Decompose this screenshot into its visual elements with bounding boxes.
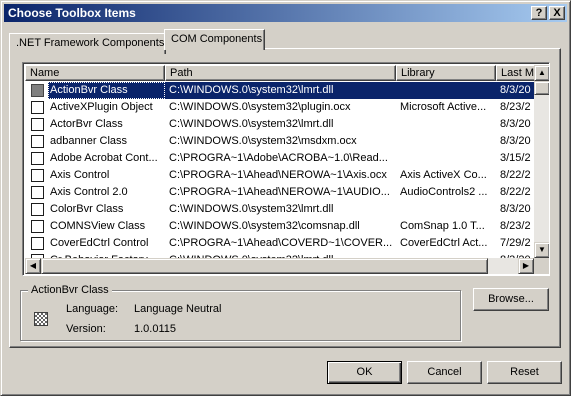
component-icon [34, 312, 48, 326]
row-last-modified: 8/23/2 [500, 220, 531, 232]
row-checkbox[interactable] [31, 152, 44, 165]
row-name: CoverEdCtrl Control [50, 237, 149, 249]
title-bar[interactable]: Choose Toolbox Items ? X [4, 4, 567, 22]
column-header-path[interactable]: Path [165, 65, 396, 81]
row-path: C:\PROGRA~1\Ahead\COVERD~1\COVER... [169, 237, 393, 249]
row-path: C:\WINDOWS.0\system32\plugin.ocx [169, 101, 351, 113]
details-group-title: ActionBvr Class [28, 284, 112, 296]
row-checkbox[interactable] [31, 169, 44, 182]
table-row[interactable]: COMNSView Class C:\WINDOWS.0\system32\com… [25, 218, 534, 235]
row-library: CoverEdCtrl Act... [400, 237, 488, 249]
row-path: C:\WINDOWS.0\system32\comsnap.dll [169, 220, 360, 232]
row-name: ActorBvr Class [50, 118, 123, 130]
column-header-last-modified[interactable]: Last M [496, 65, 534, 81]
row-path: C:\WINDOWS.0\system32\lmrt.dll [169, 203, 334, 215]
horizontal-scroll-thumb[interactable] [41, 258, 488, 274]
row-path: C:\PROGRA~1\Ahead\NEROWA~1\Axis.ocx [169, 169, 387, 181]
table-row[interactable]: ActiveXPlugin Object C:\WINDOWS.0\system3… [25, 99, 534, 116]
row-name: COMNSView Class [50, 220, 146, 232]
row-name: ColorBvr Class [50, 203, 124, 215]
row-library [396, 133, 496, 150]
row-last-modified: 8/3/20 [500, 118, 531, 130]
row-checkbox[interactable] [31, 84, 44, 97]
vertical-scrollbar[interactable]: ▲ ▼ [534, 65, 549, 258]
row-path: C:\PROGRA~1\Ahead\NEROWA~1\AUDIO... [169, 186, 390, 198]
row-checkbox[interactable] [31, 186, 44, 199]
row-last-modified: 8/3/20 [500, 203, 531, 215]
vertical-scroll-thumb[interactable] [534, 81, 549, 95]
table-row[interactable]: ColorBvr Class C:\WINDOWS.0\system32\lmrt… [25, 201, 534, 218]
table-row[interactable]: CoverEdCtrl Control C:\PROGRA~1\Ahead\COV… [25, 235, 534, 252]
row-name: Axis Control [50, 169, 110, 181]
row-checkbox[interactable] [31, 135, 44, 148]
scroll-left-arrow-icon[interactable]: ◀ [25, 258, 41, 274]
row-last-modified: 8/23/2 [500, 101, 531, 113]
scroll-right-arrow-icon[interactable]: ▶ [518, 258, 534, 274]
ok-button[interactable]: OK [327, 361, 402, 384]
table-row[interactable]: Axis Control C:\PROGRA~1\Ahead\NEROWA~1\A… [25, 167, 534, 184]
row-checkbox[interactable] [31, 220, 44, 233]
row-path: C:\WINDOWS.0\system32\lmrt.dll [169, 118, 334, 130]
row-path: C:\WINDOWS.0\system32\msdxm.ocx [169, 135, 357, 147]
column-header-library[interactable]: Library [396, 65, 496, 81]
row-checkbox[interactable] [31, 237, 44, 250]
row-checkbox[interactable] [31, 101, 44, 114]
row-last-modified: 8/3/20 [496, 82, 534, 99]
language-label: Language: [66, 303, 118, 315]
language-value: Language Neutral [134, 303, 222, 315]
row-checkbox[interactable] [31, 203, 44, 216]
row-checkbox[interactable] [31, 118, 44, 131]
close-button[interactable]: X [549, 6, 565, 20]
tab-net-framework-components[interactable]: .NET Framework Components [9, 33, 166, 54]
scroll-down-arrow-icon[interactable]: ▼ [534, 242, 549, 258]
table-row[interactable]: Adobe Acrobat Cont... C:\PROGRA~1\Adobe\A… [25, 150, 534, 167]
cancel-button[interactable]: Cancel [407, 361, 482, 384]
row-path: C:\WINDOWS.0\system32\lmrt.dll [165, 82, 396, 99]
scrollbar-corner [534, 258, 549, 274]
row-library [396, 201, 496, 218]
row-name: ActiveXPlugin Object [50, 101, 153, 113]
row-last-modified: 7/29/2 [500, 237, 531, 249]
reset-button[interactable]: Reset [487, 361, 562, 384]
row-library [396, 82, 496, 99]
row-name: Axis Control 2.0 [50, 186, 128, 198]
table-row[interactable]: adbanner Class C:\WINDOWS.0\system32\msdx… [25, 133, 534, 150]
row-name: Adobe Acrobat Cont... [50, 152, 158, 164]
row-last-modified: 8/22/2 [500, 186, 531, 198]
row-library: Axis ActiveX Co... [400, 169, 487, 181]
row-last-modified: 8/3/20 [500, 135, 531, 147]
row-library [396, 150, 496, 167]
column-header-name[interactable]: Name [25, 65, 165, 81]
table-row[interactable]: ActorBvr Class C:\WINDOWS.0\system32\lmrt… [25, 116, 534, 133]
help-button[interactable]: ? [531, 6, 547, 20]
row-path: C:\PROGRA~1\Adobe\ACROBA~1.0\Read... [169, 152, 388, 164]
scroll-up-arrow-icon[interactable]: ▲ [534, 65, 549, 81]
row-library: AudioControls2 ... [400, 186, 488, 198]
row-library [396, 116, 496, 133]
version-label: Version: [66, 323, 106, 335]
table-row[interactable]: Axis Control 2.0 C:\PROGRA~1\Ahead\NEROWA… [25, 184, 534, 201]
row-name: ActionBvr Class [48, 82, 165, 99]
row-library: Microsoft Active... [400, 101, 487, 113]
row-last-modified: 8/22/2 [500, 169, 531, 181]
tab-com-components[interactable]: COM Components [164, 29, 265, 50]
horizontal-scrollbar[interactable]: ◀ ▶ [25, 258, 534, 274]
browse-button[interactable]: Browse... [473, 288, 549, 311]
list-content: Name Path Library Last M ActionBvr Class… [25, 65, 534, 258]
table-row[interactable]: ActionBvr Class C:\WINDOWS.0\system32\lmr… [25, 82, 534, 99]
window-title: Choose Toolbox Items [8, 6, 136, 20]
version-value: 1.0.0115 [134, 323, 177, 335]
row-library: ComSnap 1.0 T... [400, 220, 485, 232]
row-last-modified: 3/15/2 [500, 152, 531, 164]
row-name: adbanner Class [50, 135, 128, 147]
components-list[interactable]: Name Path Library Last M ActionBvr Class… [22, 62, 550, 276]
